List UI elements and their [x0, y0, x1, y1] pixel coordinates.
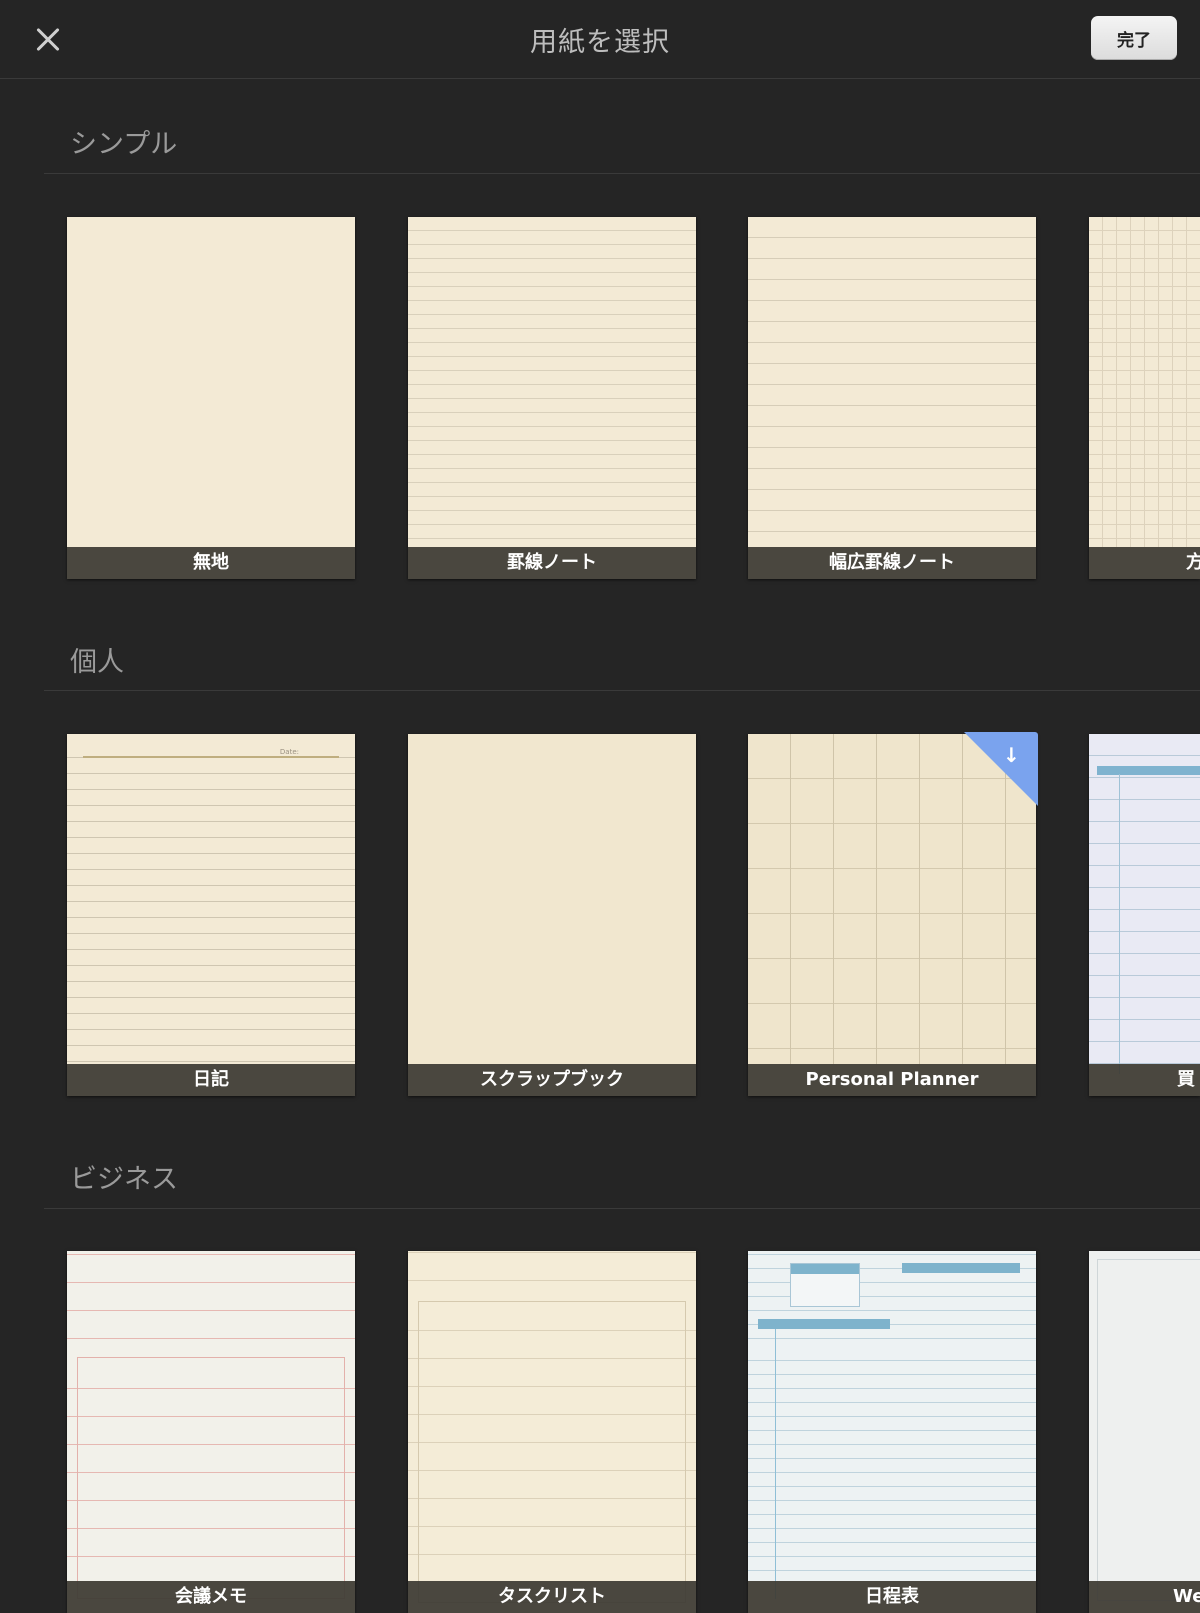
- paper-label: Personal Planner: [748, 1064, 1036, 1096]
- paper-card-grid[interactable]: 方: [1089, 217, 1200, 579]
- paper-preview: [1089, 217, 1200, 547]
- section-title-personal: 個人: [70, 647, 124, 678]
- paper-card-schedule[interactable]: 日程表: [748, 1251, 1036, 1613]
- paper-label: 日程表: [748, 1581, 1036, 1613]
- schedule-date-box: [790, 1263, 860, 1307]
- paper-label: スクラップブック: [408, 1064, 696, 1096]
- schedule-appointments-header: [902, 1263, 1020, 1273]
- task-table: [418, 1301, 686, 1603]
- paper-label: We: [1089, 1581, 1200, 1613]
- paper-label: 幅広罫線ノート: [748, 547, 1036, 579]
- paper-card-wide-ruled[interactable]: 幅広罫線ノート: [748, 217, 1036, 579]
- paper-preview: [67, 1251, 355, 1599]
- paper-preview: [67, 217, 355, 547]
- top-bar: 用紙を選択 完了: [0, 0, 1200, 79]
- paper-card-scrapbook[interactable]: スクラップブック: [408, 734, 696, 1096]
- paper-preview: [748, 217, 1036, 547]
- section-title-simple: シンプル: [70, 129, 178, 160]
- paper-label: 罫線ノート: [408, 547, 696, 579]
- paper-preview: [748, 1251, 1036, 1599]
- paper-label: 買: [1089, 1064, 1200, 1096]
- schedule-tasks-header: [758, 1319, 890, 1329]
- paper-preview: Date:: [67, 734, 355, 1064]
- paper-card-diary[interactable]: Date: 日記: [67, 734, 355, 1096]
- paper-card-personal-planner[interactable]: Personal Planner: [748, 734, 1036, 1096]
- done-button[interactable]: 完了: [1091, 16, 1177, 60]
- diary-date-caption: Date:: [279, 748, 299, 756]
- paper-card-meeting-notes[interactable]: 会議メモ: [67, 1251, 355, 1613]
- paper-card-task-list[interactable]: タスクリスト: [408, 1251, 696, 1613]
- shop-header-bar: [1097, 766, 1200, 775]
- section-divider: [44, 173, 1200, 174]
- schedule-margin-line: [775, 1329, 776, 1599]
- paper-preview: [1089, 1251, 1200, 1601]
- paper-preview: [408, 734, 696, 1064]
- weekly-box: [1097, 1259, 1200, 1601]
- paper-card-shopping[interactable]: 買: [1089, 734, 1200, 1096]
- paper-preview: [408, 1251, 696, 1603]
- paper-preview: [748, 734, 1036, 1064]
- paper-label: タスクリスト: [408, 1581, 696, 1613]
- section-title-business: ビジネス: [70, 1164, 178, 1195]
- section-divider: [44, 1208, 1200, 1209]
- section-divider: [44, 690, 1200, 691]
- download-icon: ↓: [1003, 743, 1020, 767]
- paper-label: 方: [1089, 547, 1200, 579]
- paper-label: 日記: [67, 1064, 355, 1096]
- paper-preview: [1089, 734, 1200, 1074]
- paper-label: 会議メモ: [67, 1581, 355, 1613]
- diary-header-line: [83, 756, 339, 758]
- meeting-table: [77, 1357, 345, 1599]
- shop-margin-line: [1119, 774, 1120, 1074]
- page-title: 用紙を選択: [530, 27, 670, 58]
- paper-preview: [408, 217, 696, 547]
- paper-label: 無地: [67, 547, 355, 579]
- paper-card-ruled[interactable]: 罫線ノート: [408, 217, 696, 579]
- paper-card-plain[interactable]: 無地: [67, 217, 355, 579]
- paper-card-weekly[interactable]: We: [1089, 1251, 1200, 1613]
